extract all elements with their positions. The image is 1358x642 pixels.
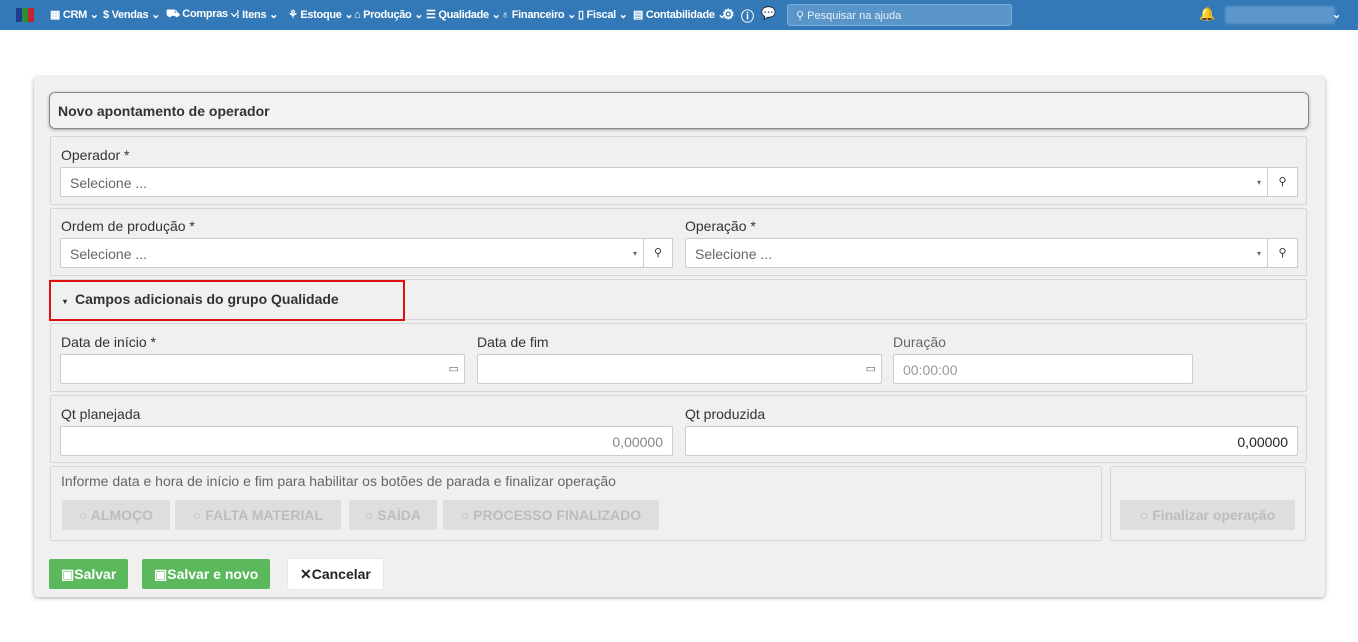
ordem-search-button[interactable]: ⚲: [643, 238, 673, 268]
duracao-label: Duração: [893, 334, 946, 350]
caret-down-icon: ▾: [63, 297, 68, 306]
saida-button[interactable]: ○ SAÍDA: [349, 500, 437, 530]
operacao-label: Operação *: [685, 218, 756, 234]
nav-compras[interactable]: ⛟ Compras ⌄: [166, 8, 238, 22]
nav-itens[interactable]: ⁞ Itens ⌄: [236, 8, 278, 21]
finalizar-operacao-button[interactable]: ○ Finalizar operação: [1120, 500, 1295, 530]
close-icon: ✕: [300, 566, 312, 582]
info-text: Informe data e hora de início e fim para…: [61, 473, 616, 489]
calendar-icon: ▭: [448, 363, 459, 375]
operacao-search-button[interactable]: ⚲: [1267, 238, 1298, 268]
nav-estoque[interactable]: ⚘ Estoque ⌄: [288, 8, 354, 21]
qt-planejada-label: Qt planejada: [61, 406, 141, 422]
floppy-icon: ▣: [154, 566, 168, 582]
save-new-button[interactable]: ▣Salvar e novo: [142, 559, 271, 589]
nav-qualidade[interactable]: ☰ Qualidade ⌄: [426, 8, 501, 21]
floppy-icon: ▣: [61, 566, 75, 582]
operador-search-button[interactable]: ⚲: [1267, 167, 1298, 197]
duracao-input[interactable]: 00:00:00: [893, 354, 1193, 384]
nav-contabilidade[interactable]: ▤ Contabilidade ⌄: [633, 8, 727, 21]
save-button[interactable]: ▣Salvar: [49, 559, 129, 589]
nav-producao[interactable]: ⌂ Produção ⌄: [354, 8, 423, 21]
nav-crm[interactable]: ▦ CRM ⌄: [50, 8, 99, 21]
app-logo[interactable]: [16, 8, 34, 22]
nav-fiscal[interactable]: ▯ Fiscal ⌄: [578, 8, 628, 21]
ordem-label: Ordem de produção *: [61, 218, 195, 234]
extra-section-toggle[interactable]: ▾ Campos adicionais do grupo Qualidade: [63, 291, 339, 307]
operador-label: Operador *: [61, 147, 130, 163]
falta-material-button[interactable]: ○ FALTA MATERIAL: [175, 500, 341, 530]
gear-icon[interactable]: ⚙: [722, 6, 735, 23]
form-title: Novo apontamento de operador: [49, 92, 1309, 129]
nav-vendas[interactable]: $ Vendas ⌄: [103, 8, 160, 21]
data-inicio-label: Data de início *: [61, 334, 156, 350]
user-menu[interactable]: [1225, 6, 1335, 24]
qt-planejada-input[interactable]: 0,00000: [60, 426, 673, 456]
chevron-down-icon[interactable]: ⌄: [1332, 8, 1341, 21]
data-fim-label: Data de fim: [477, 334, 549, 350]
help-search-input[interactable]: ⚲ Pesquisar na ajuda: [787, 4, 1012, 26]
bell-icon[interactable]: 🔔: [1199, 6, 1215, 22]
operador-select[interactable]: Selecione ... ▾: [60, 167, 1268, 197]
calendar-icon: ▭: [865, 363, 876, 375]
ordem-select[interactable]: Selecione ... ▾: [60, 238, 644, 268]
operacao-select[interactable]: Selecione ... ▾: [685, 238, 1268, 268]
help-icon[interactable]: ⓘ: [741, 6, 754, 25]
almoco-button[interactable]: ○ ALMOÇO: [62, 500, 170, 530]
nav-financeiro[interactable]: ♁ Financeiro ⌄: [501, 8, 576, 21]
qt-produzida-input[interactable]: 0,00000: [685, 426, 1298, 456]
cancel-button[interactable]: ✕Cancelar: [288, 559, 383, 589]
data-inicio-input[interactable]: ▭: [60, 354, 465, 384]
top-navbar: ▦ CRM ⌄ $ Vendas ⌄ ⛟ Compras ⌄ ⁞ Itens ⌄…: [0, 0, 1358, 30]
chat-icon[interactable]: 💬: [761, 6, 776, 20]
qt-produzida-label: Qt produzida: [685, 406, 766, 422]
processo-finalizado-button[interactable]: ○ PROCESSO FINALIZADO: [443, 500, 659, 530]
data-fim-input[interactable]: ▭: [477, 354, 882, 384]
